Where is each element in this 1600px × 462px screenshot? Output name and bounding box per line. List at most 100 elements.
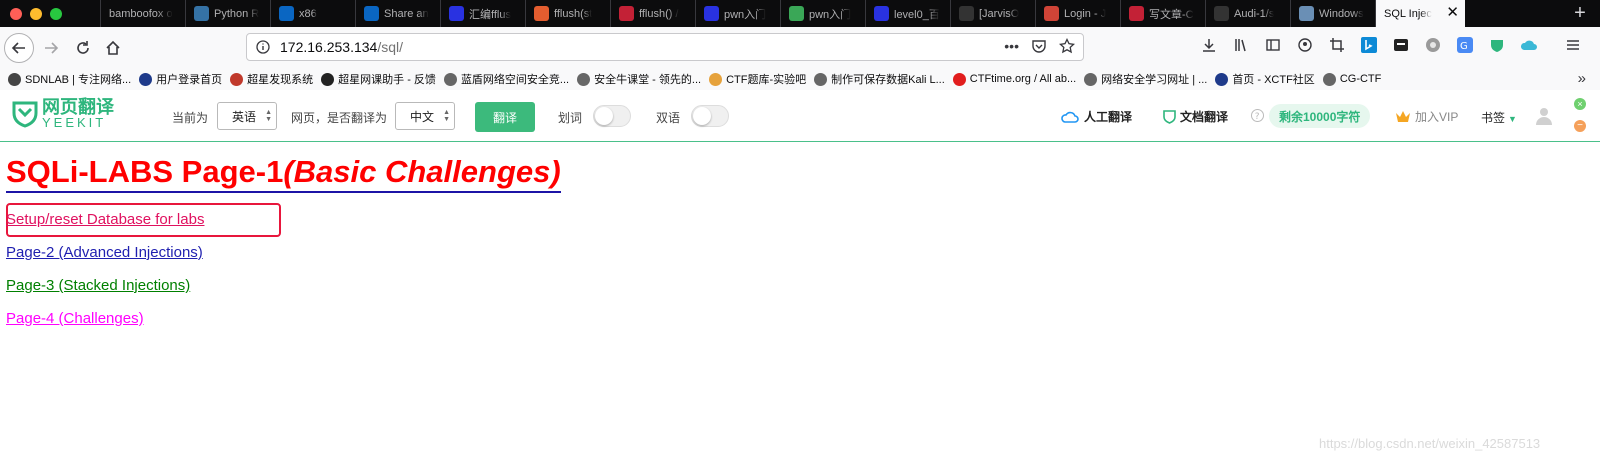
tab[interactable]: pwn入门 [780,0,865,27]
bookmark-item[interactable]: SDNLAB | 专注网络... [8,71,131,87]
account-icon[interactable] [1296,36,1314,54]
downloads-icon[interactable] [1200,36,1218,54]
tab[interactable]: fflush(st [525,0,610,27]
library-icon[interactable] [1232,36,1250,54]
tab[interactable]: Audi-1/s [1205,0,1290,27]
csdn-icon [1129,6,1144,21]
url-text[interactable]: 172.16.253.134/sql/ [280,39,403,55]
bookmark-item[interactable]: 网络安全学习网址 | ... [1084,71,1207,87]
bookmark-item[interactable]: 蓝盾网络空间安全竞... [443,71,569,87]
address-bar[interactable]: 172.16.253.134/sql/ ••• [246,33,1084,61]
back-button[interactable] [4,33,34,63]
bookmark-item[interactable]: 首页 - XCTF社区 [1215,71,1315,87]
bilingual-toggle[interactable] [691,105,729,127]
menu-icon[interactable] [1564,36,1582,54]
yeekit-extension-icon[interactable] [1488,36,1506,54]
tab[interactable]: fflush() / [610,0,695,27]
bookmark-item[interactable]: CTFtime.org / All ab... [952,72,1076,86]
tab-strip: bamboofox o Python R x86 Share an 汇编fflus ffl… [0,0,1600,27]
page-3-link[interactable]: Page-3 (Stacked Injections) [6,277,190,294]
tab-label: pwn入门 [724,8,767,21]
bing-icon[interactable] [1360,36,1378,54]
translate-to-label: 网页，是否翻译为 [291,111,388,125]
close-window-button[interactable] [10,7,22,20]
bookmark-item[interactable]: 制作可保存数据Kali L... [814,71,945,87]
tab-active[interactable]: SQL Injec ✕ [1375,0,1465,27]
baidu-icon [449,6,464,21]
caret-down-icon: ▼ [1508,114,1517,124]
bookmark-favicon-icon [139,72,153,86]
doc-translate-link[interactable]: 文档翻译 [1163,108,1228,125]
bookmark-item[interactable]: 超星网课助手 - 反馈 [321,71,436,87]
tab-list: bamboofox o Python R x86 Share an 汇编fflus ffl… [100,0,1560,27]
tab[interactable]: 写文章-C [1120,0,1205,27]
minimize-toolbar-icon[interactable]: − [1574,120,1586,132]
minimize-window-button[interactable] [30,7,42,20]
extension-dark-icon[interactable] [1392,36,1410,54]
window-controls [0,0,100,27]
setup-database-link[interactable]: Setup/reset Database for labs [6,211,204,228]
page-actions-icon[interactable]: ••• [1004,38,1019,54]
tab-label: 汇编fflus [469,8,511,21]
bookmark-label: 制作可保存数据Kali L... [831,74,945,86]
close-tab-icon[interactable]: ✕ [1446,5,1459,20]
reload-button[interactable] [71,36,95,60]
bookmark-item[interactable]: 超星发现系统 [230,71,313,87]
bookmark-item[interactable]: CTF题库-实验吧 [709,71,806,87]
bookmarks-overflow-icon[interactable]: » [1578,70,1586,87]
bookmark-dropdown[interactable]: 书签 ▼ [1481,109,1517,126]
bookmark-star-icon[interactable] [1059,38,1075,54]
pocket-icon[interactable] [1031,38,1047,54]
tab[interactable]: Windows [1290,0,1375,27]
yeekit-shield-icon [12,101,38,128]
tab[interactable]: pwn入门 [695,0,780,27]
crown-icon [1396,111,1410,122]
info-icon[interactable] [256,40,270,54]
bookmark-label: CG-CTF [1339,73,1382,85]
tab[interactable]: level0_百 [865,0,950,27]
help-icon[interactable]: ? [1251,109,1264,122]
join-vip-link[interactable]: 加入VIP [1395,108,1458,125]
forward-button[interactable] [39,36,63,60]
target-language-select[interactable]: 中文 ▲ ▼ [395,102,455,130]
tab[interactable]: Login - J [1035,0,1120,27]
word-select-toggle[interactable] [593,105,631,127]
bookmark-item[interactable]: 用户登录首页 [139,71,222,87]
human-translate-link[interactable]: 人工翻译 [1060,108,1132,125]
zoom-window-button[interactable] [50,7,62,20]
page-4-link[interactable]: Page-4 (Challenges) [6,310,144,327]
tab[interactable]: [JarvisO [950,0,1035,27]
tab[interactable]: bamboofox o [100,0,185,27]
extension-gray-icon[interactable] [1424,36,1442,54]
close-toolbar-icon[interactable]: × [1574,98,1586,110]
translate-icon[interactable]: G [1456,36,1474,54]
logo-subtitle: YEEKIT [42,115,107,130]
bookmark-label: 网络安全学习网址 | ... [1101,74,1208,86]
bookmark-item[interactable]: 安全牛课堂 - 领先的... [577,71,701,87]
tab[interactable]: Python R [185,0,270,27]
home-icon [106,40,120,55]
cloud-icon[interactable] [1520,36,1538,54]
translate-button[interactable]: 翻译 [475,102,535,132]
tab[interactable]: x86 [270,0,355,27]
navigation-toolbar: 172.16.253.134/sql/ ••• G [0,27,1600,68]
bookmark-label: 首页 - XCTF社区 [1232,74,1315,86]
tab[interactable]: 汇编fflus [440,0,525,27]
tab[interactable]: Share an [355,0,440,27]
bookmark-label: 书签 [1481,111,1506,125]
url-path: /sql/ [377,39,404,55]
current-language-label: 当前为 [172,111,209,125]
toolbar-extensions: G [1200,36,1582,54]
page-2-link[interactable]: Page-2 (Advanced Injections) [6,244,203,261]
svg-text:?: ? [1255,112,1260,122]
user-avatar-icon[interactable] [1534,106,1554,126]
bookmark-favicon-icon [577,72,591,86]
arrow-right-icon [45,42,59,54]
screenshot-crop-icon[interactable] [1328,36,1346,54]
source-language-select[interactable]: 英语 ▲ ▼ [217,102,277,130]
watermark: https://blog.csdn.net/weixin_42587513 [1319,436,1541,451]
new-tab-button[interactable]: + [1560,0,1600,27]
home-button[interactable] [101,36,125,60]
sidebar-icon[interactable] [1264,36,1282,54]
bookmark-item[interactable]: CG-CTF [1322,72,1382,86]
